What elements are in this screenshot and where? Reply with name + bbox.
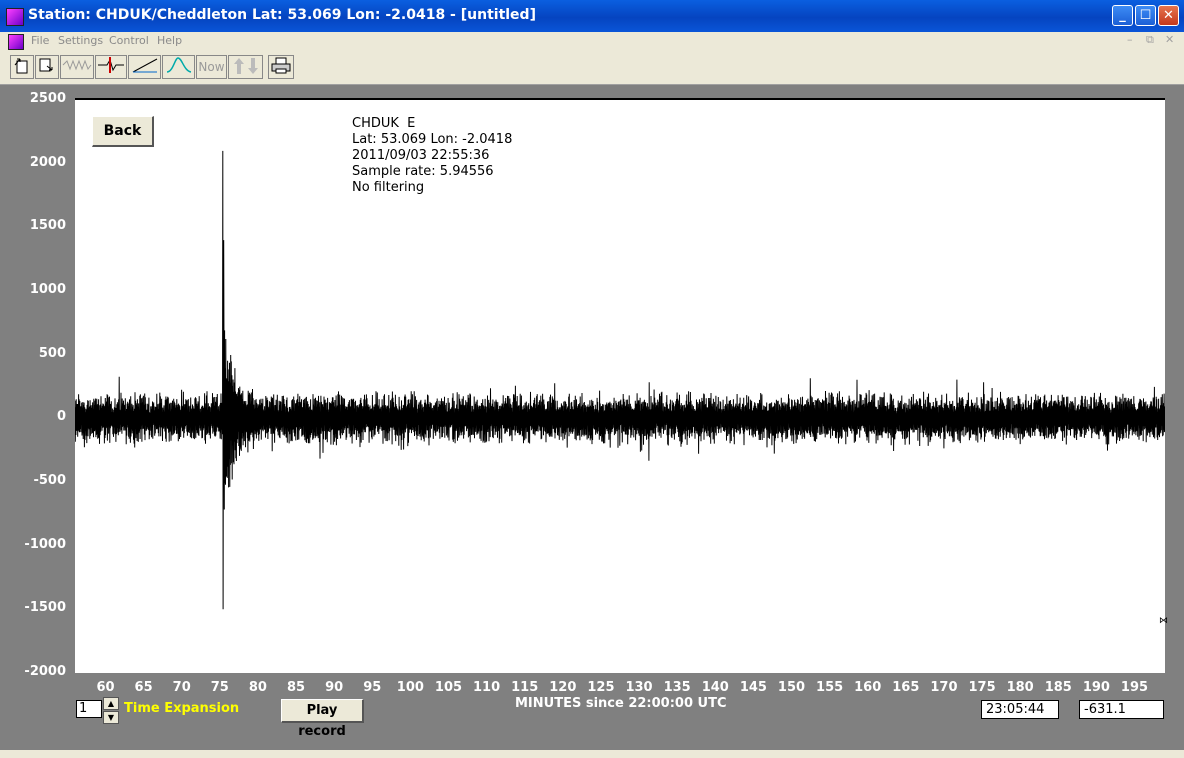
sample-rate: Sample rate: 5.94556: [352, 164, 494, 179]
x-tick-label: 75: [210, 680, 229, 695]
y-tick-label: 1500: [29, 218, 66, 234]
trend-icon: [132, 58, 157, 73]
menu-help[interactable]: Help: [157, 34, 182, 47]
spin-down-button[interactable]: ▼: [103, 711, 119, 724]
pick-button[interactable]: [95, 55, 127, 79]
y-tick-label: -1000: [24, 536, 66, 552]
x-tick-label: 125: [587, 680, 615, 695]
spin-up-button[interactable]: ▲: [103, 697, 119, 710]
x-tick-label: 140: [701, 680, 729, 695]
x-tick-label: 180: [1006, 680, 1034, 695]
x-tick-label: 185: [1044, 680, 1072, 695]
filter-status: No filtering: [352, 180, 425, 195]
scale-button[interactable]: [228, 55, 263, 79]
maximize-button[interactable]: ☐: [1135, 5, 1156, 26]
print-button[interactable]: [268, 55, 294, 79]
save-file-button[interactable]: [35, 55, 59, 79]
x-tick-label: 155: [816, 680, 844, 695]
x-tick-label: 90: [325, 680, 344, 695]
x-tick-label: 195: [1120, 680, 1149, 695]
seismogram-trace: [75, 150, 1165, 610]
mdi-restore-button[interactable]: ⧉: [1146, 33, 1154, 47]
x-tick-label: 190: [1082, 680, 1110, 695]
open-file-icon: [14, 58, 28, 74]
y-tick-label: 2500: [29, 91, 66, 106]
station-coordinates: Lat: 53.069 Lon: -2.0418: [352, 132, 513, 147]
x-tick-label: 175: [968, 680, 996, 695]
x-tick-label: 150: [777, 680, 806, 695]
waveform-button[interactable]: [60, 55, 94, 79]
value-readout: -631.1: [1079, 700, 1164, 719]
time-expansion-input[interactable]: 1: [76, 700, 102, 718]
save-file-icon: [39, 58, 53, 72]
toolbar: Now: [0, 52, 1184, 85]
close-button[interactable]: ✕: [1158, 5, 1179, 26]
x-tick-label: 100: [396, 680, 424, 695]
window-title: Station: CHDUK/Cheddleton Lat: 53.069 Lo…: [28, 7, 536, 23]
y-tick-label: -1500: [24, 600, 66, 616]
y-tick-label: -500: [33, 473, 66, 488]
x-tick-label: 160: [854, 680, 882, 695]
window-bottom-border: [0, 750, 1184, 758]
open-file-button[interactable]: [10, 55, 34, 79]
x-tick-label: 115: [511, 680, 539, 695]
x-tick-label: 85: [287, 680, 306, 695]
minimize-button[interactable]: _: [1112, 5, 1133, 26]
x-tick-label: 130: [625, 680, 653, 695]
x-tick-label: 80: [248, 680, 267, 695]
play-record-button[interactable]: Play record: [281, 699, 364, 739]
x-tick-label: 95: [363, 680, 382, 695]
x-tick-label: 170: [930, 680, 958, 695]
x-axis-label: MINUTES since 22:00:00 UTC: [515, 696, 727, 711]
menu-bar: File Settings Control Help – ⧉ ✕: [0, 32, 1184, 52]
menu-control[interactable]: Control: [109, 34, 149, 47]
x-tick-label: 145: [739, 680, 767, 695]
seismogram-plot[interactable]: [75, 98, 1165, 673]
cursor-marker: ⋈: [1159, 616, 1168, 626]
trend-button[interactable]: [128, 55, 161, 79]
spectrum-button[interactable]: [162, 55, 195, 79]
x-tick-label: 65: [134, 680, 153, 695]
mdi-minimize-button[interactable]: –: [1127, 33, 1133, 46]
x-tick-label: 135: [663, 680, 691, 695]
waveform-icon: [62, 59, 92, 71]
mdi-close-button[interactable]: ✕: [1165, 33, 1174, 46]
seismogram-line: [75, 150, 1165, 610]
app-icon[interactable]: [6, 8, 24, 26]
x-tick-label: 120: [549, 680, 577, 695]
time-expansion-label: Time Expansion: [124, 701, 240, 716]
y-tick-label: 1000: [29, 282, 66, 297]
y-tick-label: 500: [38, 345, 66, 361]
y-tick-label: 0: [56, 409, 66, 425]
x-tick-label: 110: [473, 680, 501, 695]
spectrum-icon: [166, 57, 191, 73]
station-info: CHDUK E Lat: 53.069 Lon: -2.0418 2011/09…: [352, 116, 512, 196]
printer-icon: [271, 57, 291, 74]
x-tick-label: 60: [96, 680, 115, 695]
document-icon[interactable]: [8, 34, 24, 50]
y-tick-label: -2000: [24, 664, 66, 679]
record-datetime: 2011/09/03 22:55:36: [352, 148, 490, 163]
time-readout: 23:05:44: [981, 700, 1059, 719]
x-tick-label: 105: [434, 680, 463, 695]
menu-settings[interactable]: Settings: [58, 34, 103, 47]
menu-file[interactable]: File: [31, 34, 49, 47]
back-button[interactable]: Back: [92, 116, 154, 147]
pick-icon: [98, 57, 124, 73]
x-tick-label: 70: [172, 680, 191, 695]
y-tick-label: 2000: [29, 154, 66, 170]
title-bar: Station: CHDUK/Cheddleton Lat: 53.069 Lo…: [0, 0, 1184, 32]
x-tick-label: 165: [892, 680, 920, 695]
station-channel: CHDUK E: [352, 116, 416, 131]
up-down-arrows-icon: [233, 58, 258, 74]
now-button[interactable]: Now: [196, 55, 227, 79]
